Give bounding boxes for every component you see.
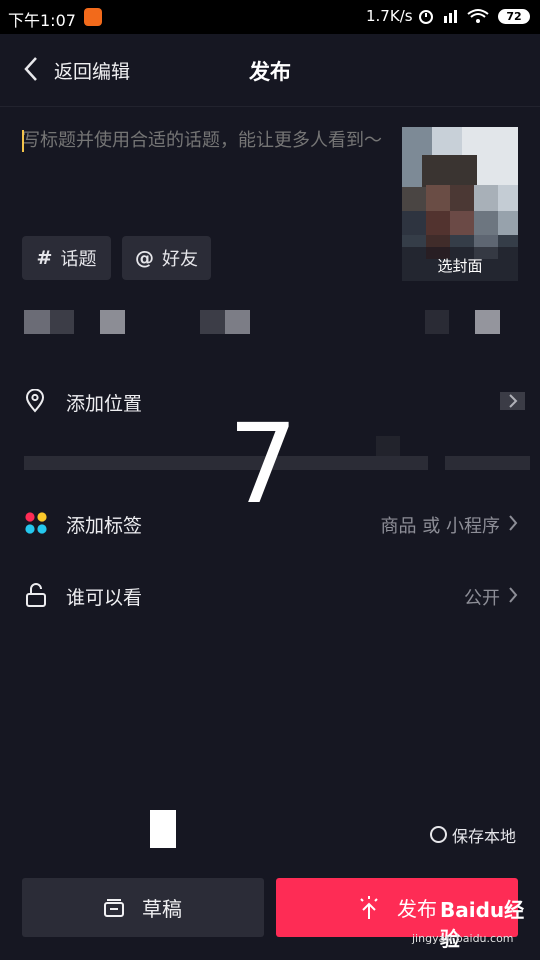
colored-dots-icon bbox=[25, 512, 47, 534]
draft-box-icon bbox=[104, 898, 124, 917]
location-suggestions-strip bbox=[24, 456, 428, 470]
location-suggestions-strip bbox=[445, 456, 530, 470]
status-icons bbox=[416, 6, 496, 26]
network-speed: 1.7K/s bbox=[366, 7, 413, 25]
unlock-icon bbox=[26, 583, 46, 607]
save-local-label[interactable]: 保存本地 bbox=[452, 823, 516, 847]
topic-button[interactable]: # 话题 bbox=[22, 236, 111, 280]
visibility-row[interactable]: 谁可以看 公开 bbox=[0, 564, 540, 626]
chevron-right-icon bbox=[509, 587, 518, 603]
visibility-label: 谁可以看 bbox=[66, 587, 143, 609]
mosaic-block bbox=[100, 310, 125, 334]
topic-label: 话题 bbox=[60, 249, 97, 270]
add-tag-label: 添加标签 bbox=[66, 515, 143, 537]
save-local-radio[interactable] bbox=[430, 826, 447, 843]
mosaic-block bbox=[24, 310, 50, 334]
text-cursor bbox=[22, 130, 24, 152]
friend-label: 好友 bbox=[162, 249, 198, 270]
battery-indicator: 72 bbox=[498, 9, 530, 24]
tag-value: 商品 或 小程序 bbox=[380, 516, 500, 537]
mosaic-block bbox=[200, 310, 225, 334]
mosaic-block bbox=[225, 310, 250, 334]
add-tag-row[interactable]: 添加标签 商品 或 小程序 bbox=[0, 492, 540, 554]
watermark-url: jingyan.baidu.com bbox=[412, 932, 514, 945]
select-cover-label: 选封面 bbox=[437, 257, 483, 275]
page-title: 发布 bbox=[249, 60, 291, 84]
mosaic-block bbox=[425, 310, 449, 334]
alarm-signal-wifi-icon bbox=[419, 9, 489, 24]
location-arrow-icon bbox=[500, 392, 525, 410]
header-divider bbox=[0, 106, 540, 107]
visibility-value: 公开 bbox=[464, 588, 500, 609]
mention-friend-button[interactable]: @ 好友 bbox=[122, 236, 211, 280]
taobao-app-icon bbox=[84, 8, 102, 26]
chevron-right-icon bbox=[509, 515, 518, 531]
draft-label: 草稿 bbox=[142, 897, 182, 921]
mosaic-block bbox=[376, 436, 400, 456]
publish-label: 发布 bbox=[397, 897, 437, 921]
location-pin-icon bbox=[25, 389, 45, 413]
add-location-label: 添加位置 bbox=[66, 393, 143, 415]
caption-input[interactable] bbox=[22, 128, 382, 184]
mosaic-block bbox=[475, 310, 500, 334]
publish-arrow-icon bbox=[360, 895, 378, 919]
status-time: 下午1:07 bbox=[8, 11, 76, 30]
at-icon: @ bbox=[135, 247, 154, 269]
mosaic-block bbox=[50, 310, 74, 334]
draft-button[interactable]: 草稿 bbox=[22, 878, 264, 937]
hashtag-icon: # bbox=[36, 247, 53, 269]
white-block bbox=[150, 810, 176, 848]
cover-thumbnail[interactable]: 选封面 bbox=[402, 127, 518, 281]
